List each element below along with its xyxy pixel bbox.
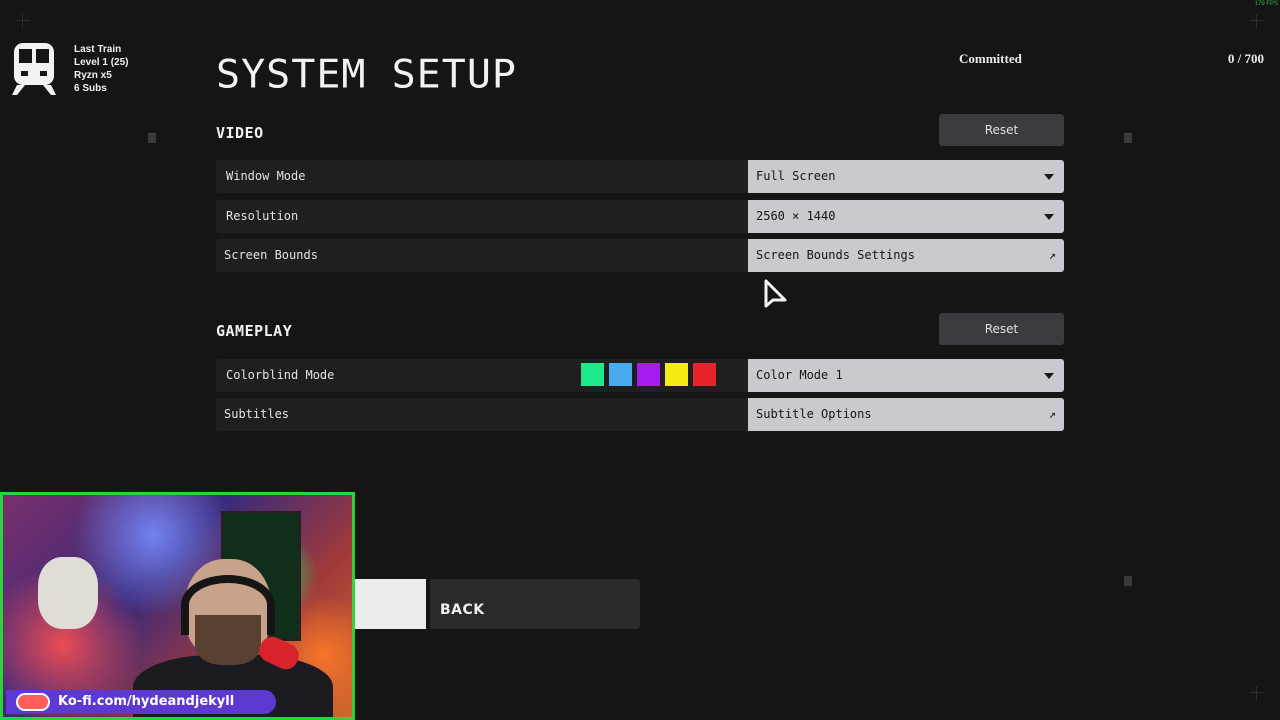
setting-row-screen-bounds: Screen Bounds Screen Bounds Settings ↗ [216, 239, 1064, 272]
setting-row-window-mode: Window Mode Full Screen [216, 160, 1064, 193]
screen-bounds-link-button[interactable]: Screen Bounds Settings ↗ [748, 239, 1064, 272]
corner-marker [1250, 686, 1264, 700]
color-swatch [609, 363, 632, 386]
corner-tick [148, 133, 156, 143]
caret-down-icon [1044, 174, 1054, 180]
back-button[interactable]: BACK [430, 579, 640, 629]
stream-info-line: Ryzn x5 [74, 70, 112, 81]
setting-row-subtitles: Subtitles Subtitle Options ↗ [216, 398, 1064, 431]
webcam-decor [38, 557, 98, 629]
corner-tick [1124, 576, 1132, 586]
back-button-accent [354, 579, 426, 629]
kofi-cup-icon [16, 693, 50, 711]
corner-tick [1124, 133, 1132, 143]
corner-marker [1250, 14, 1264, 28]
color-swatch [581, 363, 604, 386]
caret-down-icon [1044, 214, 1054, 220]
stream-info-line: 6 Subs [74, 83, 107, 94]
committed-label: Committed [959, 51, 1022, 66]
setting-row-resolution: Resolution 2560 × 1440 [216, 200, 1064, 233]
setting-label: Window Mode [226, 169, 306, 183]
setting-label: Screen Bounds [224, 248, 318, 262]
dropdown-value: Full Screen [756, 169, 836, 183]
setting-label: Resolution [226, 209, 299, 223]
subtitle-options-link-button[interactable]: Subtitle Options ↗ [748, 398, 1064, 431]
color-swatch [693, 363, 716, 386]
caret-down-icon [1044, 373, 1054, 379]
dropdown-value: Color Mode 1 [756, 368, 843, 382]
setting-label: Subtitles [224, 407, 290, 421]
external-arrow-icon: ↗ [1048, 407, 1056, 421]
stream-info-line: Level 1 (25) [74, 57, 129, 68]
headset-icon [181, 575, 275, 635]
progress-counter: 0 / 700 [1227, 51, 1264, 66]
fps-counter: 179 FPS [1254, 1, 1278, 7]
video-reset-button[interactable]: Reset [939, 114, 1064, 146]
dropdown-value: 2560 × 1440 [756, 209, 836, 223]
link-value: Subtitle Options [756, 407, 872, 421]
stream-info: Last Train Level 1 (25) Ryzn x5 6 Subs [74, 43, 128, 95]
train-icon [11, 41, 57, 95]
kofi-link-text: Ko-fi.com/hydeandjekyll [58, 694, 235, 709]
mouse-cursor-icon [762, 277, 790, 311]
external-arrow-icon: ↗ [1048, 248, 1056, 262]
corner-marker [16, 14, 30, 28]
resolution-dropdown[interactable]: 2560 × 1440 [748, 200, 1064, 233]
gameplay-reset-button[interactable]: Reset [939, 313, 1064, 345]
setting-row-colorblind-mode: Colorblind Mode Color Mode 1 [216, 359, 1064, 392]
colorblind-mode-dropdown[interactable]: Color Mode 1 [748, 359, 1064, 392]
section-title-gameplay: GAMEPLAY [216, 322, 293, 340]
window-mode-dropdown[interactable]: Full Screen [748, 160, 1064, 193]
webcam-overlay: Ko-fi.com/hydeandjekyll [0, 492, 355, 720]
color-swatch [665, 363, 688, 386]
page-title: SYSTEM SETUP [216, 52, 517, 98]
section-title-video: VIDEO [216, 124, 264, 142]
color-swatch [637, 363, 660, 386]
kofi-banner: Ko-fi.com/hydeandjekyll [6, 690, 276, 714]
link-value: Screen Bounds Settings [756, 248, 915, 262]
stream-info-line: Last Train [74, 44, 122, 55]
setting-label: Colorblind Mode [226, 368, 335, 382]
